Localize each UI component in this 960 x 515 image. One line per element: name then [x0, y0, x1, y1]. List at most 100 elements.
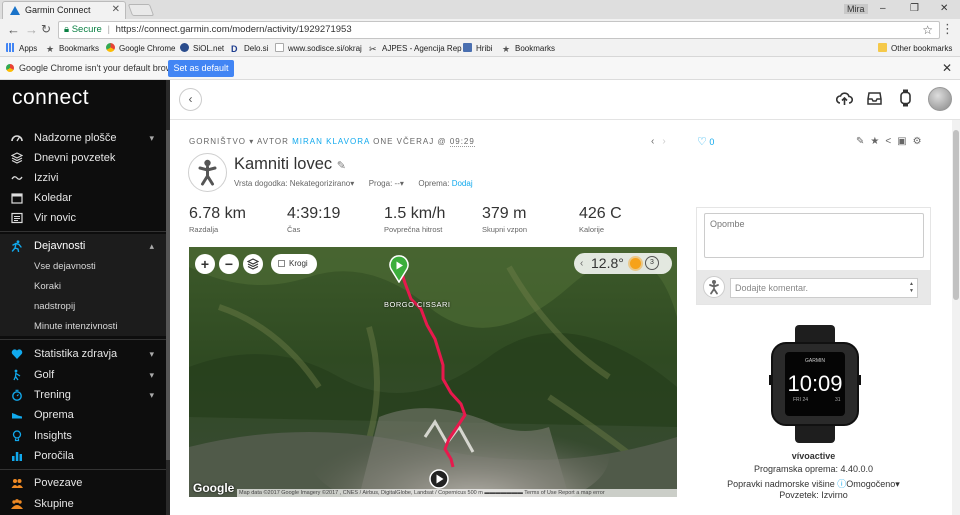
back-button[interactable]: ‹ [179, 88, 202, 111]
map-attribution[interactable]: Map data ©2017 Google Imagery ©2017 , CN… [237, 489, 677, 497]
map-layers-button[interactable] [243, 254, 263, 274]
start-marker-icon[interactable] [388, 255, 410, 283]
chevron-up-icon: ▴ [149, 241, 154, 251]
sidebar-item-calendar[interactable]: Koledar [0, 188, 166, 208]
activity-time[interactable]: 09:29 [449, 137, 475, 147]
maximize-icon[interactable]: ❐ [910, 3, 919, 14]
like-button[interactable]: ♡ 0 [697, 135, 714, 148]
new-tab-button[interactable] [127, 4, 155, 16]
favorite-star-icon[interactable]: ★ [870, 136, 879, 147]
activity-meta: Vrsta dogodka: Nekategorizirano▾ Proga: … [234, 179, 473, 188]
tab-close-icon[interactable]: ✕ [112, 4, 120, 15]
edit-pencil-icon[interactable]: ✎ [337, 160, 346, 172]
activity-map[interactable]: + − Krogi ‹ 12.8° 3 BORGO CISSARI Google… [189, 247, 677, 497]
device-summary-source: Povzetek: Izvirno [779, 490, 848, 500]
zoom-out-button[interactable]: − [219, 254, 239, 274]
browser-tab[interactable]: Garmin Connect ✕ [2, 1, 126, 19]
author-link[interactable]: MIRAN KLAVORA [292, 137, 370, 146]
edit-pencil-icon[interactable]: ✎ [856, 136, 864, 147]
address-bar[interactable]: 🔒︎ Secure | https://connect.garmin.com/m… [58, 21, 940, 39]
back-arrow-icon[interactable]: ← [7, 22, 20, 37]
laps-checkbox[interactable] [278, 260, 285, 267]
chevron-down-icon[interactable]: ▾ [249, 137, 254, 146]
hiker-icon [198, 159, 217, 186]
sidebar-item-golf[interactable]: Golf ▾ [0, 365, 166, 385]
comment-input[interactable]: Dodajte komentar. ▲ ▼ [730, 278, 918, 298]
sidebar-item-challenges[interactable]: Izzivi [0, 168, 166, 188]
sidebar-subitem-floors[interactable]: nadstropij [34, 301, 75, 312]
inbox-icon[interactable] [867, 91, 882, 105]
profile-name[interactable]: Mira [844, 4, 868, 14]
activity-breadcrumb: GORNIŠTVO ▾ AVTOR MIRAN KLAVORA ONE VČER… [189, 137, 475, 147]
bookmark-ajpes[interactable]: ✂ AJPES - Agencija Rep [369, 41, 462, 57]
chevron-down-icon[interactable]: ▾ [895, 479, 900, 489]
sidebar-item-groups[interactable]: Skupine [0, 494, 166, 514]
finish-marker-icon[interactable] [429, 469, 449, 489]
calendar-icon [11, 193, 23, 204]
activity-pager: ‹ › [651, 136, 666, 147]
bookmark-hribi[interactable]: Hribi [463, 41, 492, 57]
top-bar: ‹ [170, 80, 960, 120]
lock-icon[interactable]: ▣ [897, 136, 906, 147]
chevron-down-icon: ▾ [149, 390, 154, 400]
bookmark-apps[interactable]: Apps [6, 41, 37, 57]
sidebar-subitem-intensity-minutes[interactable]: Minute intenzivnosti [34, 321, 117, 332]
garmin-favicon-icon [10, 6, 20, 15]
sidebar-item-health-stats[interactable]: Statistika zdravja ▾ [0, 344, 166, 364]
bookmark-siol[interactable]: SiOL.net [180, 41, 224, 57]
bookmark-delo[interactable]: D Delo.si [231, 41, 268, 57]
input-spinner-icon[interactable]: ▲ ▼ [909, 281, 914, 295]
chevron-down-icon: ▾ [149, 349, 154, 359]
chrome-menu-icon[interactable]: ⋮ [941, 21, 954, 37]
previous-activity-icon[interactable]: ‹ [651, 136, 654, 147]
bookmark-bookmarks-2[interactable]: ★ Bookmarks [502, 41, 555, 57]
stopwatch-icon [12, 389, 22, 401]
sidebar-item-insights[interactable]: Insights [0, 426, 166, 446]
bookmark-other[interactable]: Other bookmarks [878, 41, 952, 57]
sidebar-item-newsfeed[interactable]: Vir novic [0, 208, 166, 228]
settings-gear-icon[interactable]: ⚙ [913, 136, 922, 147]
bookmark-google-chrome[interactable]: Google Chrome [106, 41, 175, 57]
bookmark-bookmarks[interactable]: ★ Bookmarks [46, 41, 99, 57]
sidebar-item-training[interactable]: Trening ▾ [0, 385, 166, 405]
event-type-select[interactable]: Nekategorizirano [290, 179, 350, 188]
sidebar-item-gear[interactable]: Oprema [0, 405, 166, 425]
google-logo: Google [193, 481, 235, 495]
tab-title: Garmin Connect [25, 5, 91, 15]
set-as-default-button[interactable]: Set as default [168, 60, 234, 77]
window-close-icon[interactable]: ✕ [940, 3, 948, 14]
infobar-close-icon[interactable]: ✕ [942, 61, 952, 75]
stat-distance: 6.78 km Razdalja [189, 205, 246, 234]
sidebar-item-daily-summary[interactable]: Dnevni povzetek [0, 148, 166, 168]
elevation-corrections-select[interactable]: Omogočeno [846, 479, 895, 489]
sidebar-item-reports[interactable]: Poročila [0, 446, 166, 466]
minimize-icon[interactable]: – [880, 3, 886, 14]
sidebar-item-dashboards[interactable]: Nadzorne plošče ▾ [0, 128, 166, 148]
watch-device-icon[interactable] [900, 89, 911, 107]
chevron-left-icon[interactable]: ‹ [580, 253, 583, 274]
bookmark-sodisce[interactable]: www.sodisce.si/okraj [275, 41, 362, 57]
page-scrollbar[interactable] [952, 120, 960, 515]
connect-logo[interactable]: connect [12, 86, 89, 110]
zoom-in-button[interactable]: + [195, 254, 215, 274]
share-icon[interactable]: < [885, 136, 891, 147]
notes-textarea[interactable]: Opombe [704, 213, 924, 258]
cloud-upload-icon[interactable] [836, 91, 853, 106]
weather-widget[interactable]: ‹ 12.8° 3 [574, 253, 672, 274]
sidebar-item-activities[interactable]: Dejavnosti ▴ [0, 236, 166, 256]
sidebar-subitem-steps[interactable]: Koraki [34, 281, 61, 292]
golf-icon [13, 369, 21, 381]
lock-icon: 🔒︎ [64, 24, 70, 35]
reload-icon[interactable]: ↻ [41, 22, 51, 36]
challenge-icon [11, 176, 23, 180]
forward-arrow-icon[interactable]: → [25, 22, 38, 37]
help-icon[interactable]: ⓘ [837, 479, 846, 489]
activity-title[interactable]: Kamniti lovec ✎ [234, 155, 346, 174]
next-activity-icon[interactable]: › [662, 136, 665, 147]
user-avatar[interactable] [928, 87, 952, 111]
bookmark-star-icon[interactable]: ☆ [922, 22, 933, 38]
sidebar-subitem-all-activities[interactable]: Vse dejavnosti [34, 261, 96, 272]
laps-toggle[interactable]: Krogi [271, 254, 317, 274]
add-gear-link[interactable]: Dodaj [452, 179, 473, 188]
sidebar-item-connections[interactable]: Povezave [0, 473, 166, 493]
